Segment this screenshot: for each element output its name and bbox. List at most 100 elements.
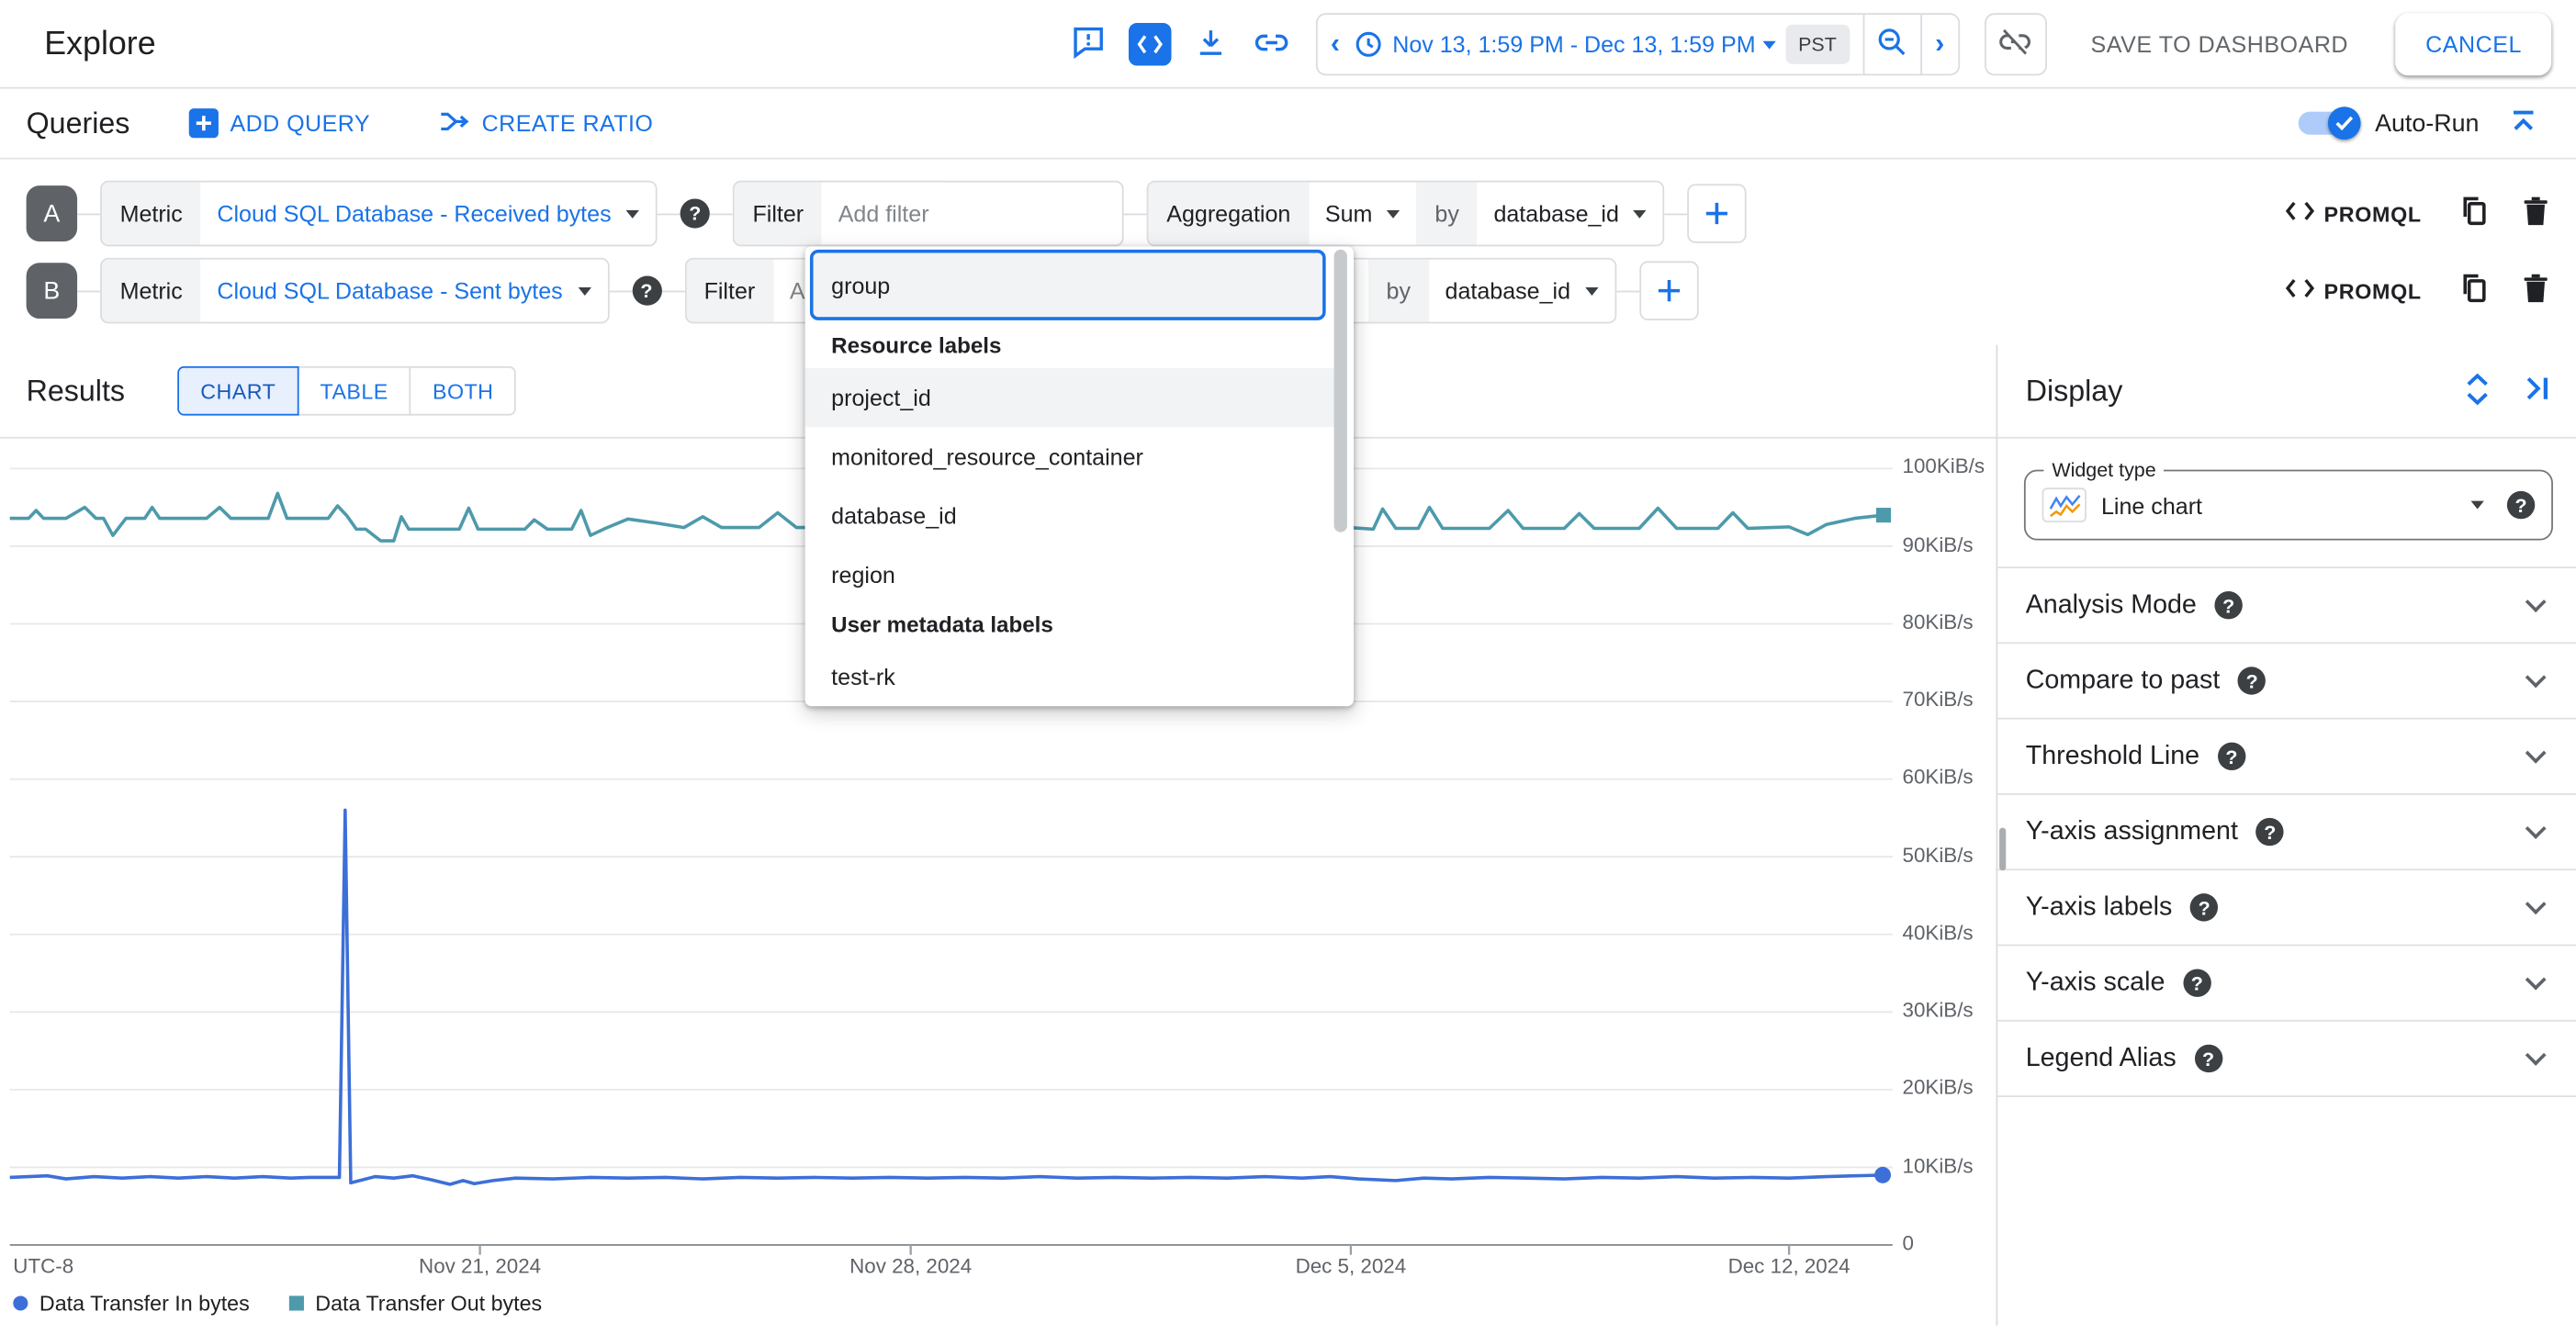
chart-legend: Data Transfer In bytes Data Transfer Out …	[13, 1291, 542, 1316]
duplicate-query-button-a[interactable]	[2456, 191, 2492, 237]
display-heading: Display	[2025, 373, 2123, 407]
topbar-actions: ‹ Nov 13, 1:59 PM - Dec 13, 1:59 PM PST …	[1066, 0, 2552, 89]
auto-run-toggle[interactable]	[2298, 106, 2360, 140]
share-link-button[interactable]	[1248, 21, 1294, 67]
timezone-badge[interactable]: PST	[1784, 24, 1850, 64]
tab-both[interactable]: BOTH	[409, 365, 517, 416]
date-range-value[interactable]: Nov 13, 1:59 PM - Dec 13, 1:59 PM	[1392, 31, 1755, 58]
section-threshold-line[interactable]: Threshold Line	[1997, 720, 2576, 795]
x-axis-tick-label: Dec 5, 2024	[1295, 1254, 1407, 1278]
help-icon[interactable]	[2183, 969, 2211, 997]
section-compare-to-past[interactable]: Compare to past	[1997, 644, 2576, 720]
zoom-out-time-button[interactable]	[1864, 21, 1920, 67]
tab-chart[interactable]: CHART	[177, 365, 299, 416]
create-ratio-icon	[439, 107, 470, 139]
dropdown-scrollbar[interactable]	[1333, 249, 1347, 532]
filter-field-a[interactable]: Filter Add filter	[732, 180, 1124, 247]
create-ratio-button[interactable]: CREATE RATIO	[429, 106, 663, 140]
dropdown-item-project_id[interactable]: project_id	[804, 367, 1339, 428]
download-button[interactable]	[1187, 21, 1233, 67]
delete-query-button-a[interactable]	[2517, 191, 2553, 237]
queries-toolbar: Queries ADD QUERY CREATE RATIO Auto-Run	[0, 89, 2576, 160]
clock-icon	[1353, 29, 1382, 59]
top-app-bar: Explore ‹ Nov 13, 1:59 PM - Dec 13, 1:59…	[0, 0, 2576, 89]
skip-right-icon	[2523, 375, 2550, 408]
metrics-explorer-page: Explore ‹ Nov 13, 1:59 PM - Dec 13, 1:59…	[0, 0, 2576, 1326]
line-chart-icon	[2042, 488, 2087, 522]
legend-item[interactable]: Data Transfer Out bytes	[288, 1291, 542, 1316]
section-y-axis-scale[interactable]: Y-axis scale	[1997, 946, 2576, 1022]
y-axis-tick-label: 60KiB/s	[1902, 766, 1974, 790]
expand-sections-button[interactable]	[2461, 368, 2494, 414]
widget-type-help-icon[interactable]	[2506, 490, 2536, 520]
group-by-select-a[interactable]: database_id	[1477, 182, 1664, 245]
date-range-back-button[interactable]: ‹	[1318, 28, 1354, 61]
collapse-panel-button[interactable]	[2520, 368, 2553, 414]
filter-suggestions-dropdown: Resource labels project_id monitored_resou…	[804, 246, 1355, 707]
duplicate-query-button-b[interactable]	[2456, 268, 2492, 314]
dropdown-item-monitored_resource_container[interactable]: monitored_resource_container	[805, 427, 1339, 486]
query-letter-badge: A	[26, 185, 78, 241]
link-icon	[1254, 24, 1289, 65]
section-label: Y-axis labels	[2025, 892, 2173, 921]
code-view-button[interactable]	[1127, 21, 1173, 67]
date-range-forward-button[interactable]: ›	[1922, 28, 1958, 61]
help-icon[interactable]	[2190, 893, 2219, 922]
tab-table[interactable]: TABLE	[297, 365, 411, 416]
help-icon[interactable]	[2194, 1044, 2222, 1073]
unfold-icon	[2464, 372, 2491, 409]
section-legend-alias[interactable]: Legend Alias	[1997, 1022, 2576, 1097]
section-y-axis-assignment[interactable]: Y-axis assignment	[1997, 795, 2576, 871]
dropdown-section-header: Resource labels	[831, 333, 1002, 358]
metric-value-b[interactable]: Cloud SQL Database - Sent bytes	[217, 277, 562, 304]
section-label: Analysis Mode	[2025, 590, 2197, 619]
promql-button-b[interactable]: PROMQL	[2275, 276, 2432, 306]
unlink-time-button[interactable]	[1984, 13, 2047, 76]
section-label: Threshold Line	[2025, 741, 2200, 770]
panel-scrollbar[interactable]	[1999, 827, 2007, 871]
dropdown-item-test-rk[interactable]: test-rk	[805, 647, 1339, 706]
feedback-icon	[1072, 25, 1107, 64]
add-group-by-button-a[interactable]	[1688, 184, 1748, 243]
section-y-axis-labels[interactable]: Y-axis labels	[1997, 870, 2576, 947]
y-axis-tick-label: 70KiB/s	[1902, 688, 1974, 712]
legend-item[interactable]: Data Transfer In bytes	[13, 1291, 250, 1316]
toggle-check-icon	[2327, 106, 2360, 140]
chevron-down-icon	[2525, 818, 2547, 839]
filter-input-a[interactable]: Add filter	[821, 182, 946, 245]
metric-field-b[interactable]: Metric Cloud SQL Database - Sent bytes	[100, 257, 609, 324]
collapse-all-icon	[2509, 106, 2538, 140]
add-query-button[interactable]: ADD QUERY	[179, 106, 380, 140]
feedback-button[interactable]	[1066, 21, 1112, 67]
chevron-down-icon	[2525, 667, 2547, 689]
group-by-select-b[interactable]: database_id	[1428, 259, 1615, 322]
add-group-by-button-b[interactable]	[1639, 261, 1699, 320]
y-axis-tick-label: 40KiB/s	[1902, 921, 1974, 945]
metric-field-a[interactable]: Metric Cloud SQL Database - Received byt…	[100, 180, 658, 247]
help-icon[interactable]	[2255, 817, 2285, 846]
aggregation-select-a[interactable]: Sum	[1309, 182, 1417, 245]
legend-marker	[13, 1295, 28, 1311]
metric-help-icon[interactable]	[631, 275, 662, 306]
promql-button-a[interactable]: PROMQL	[2275, 198, 2432, 228]
metric-help-icon[interactable]	[680, 198, 710, 229]
widget-type-label: Widget type	[2043, 458, 2165, 482]
metric-value-a[interactable]: Cloud SQL Database - Received bytes	[217, 200, 611, 227]
section-analysis-mode[interactable]: Analysis Mode	[1997, 568, 2576, 645]
help-icon[interactable]	[2217, 742, 2246, 770]
section-label: Compare to past	[2025, 666, 2221, 694]
collapse-queries-button[interactable]	[2501, 100, 2547, 146]
trash-icon	[2521, 273, 2548, 308]
widget-type-caret-icon	[2470, 500, 2484, 510]
dropdown-item-database_id[interactable]: database_id	[805, 487, 1339, 545]
widget-type-select[interactable]: Widget type Line chart	[2023, 458, 2553, 541]
cancel-button[interactable]: CANCEL	[2395, 13, 2552, 76]
delete-query-button-b[interactable]	[2517, 268, 2553, 314]
filter-text-input[interactable]: group	[809, 249, 1326, 320]
help-icon[interactable]	[2237, 667, 2267, 695]
save-to-dashboard-button[interactable]: SAVE TO DASHBOARD	[2081, 29, 2358, 59]
help-icon[interactable]	[2214, 591, 2243, 620]
dropdown-item-region[interactable]: region	[805, 545, 1339, 604]
code-brackets-icon	[2285, 277, 2314, 304]
add-icon	[188, 108, 219, 139]
